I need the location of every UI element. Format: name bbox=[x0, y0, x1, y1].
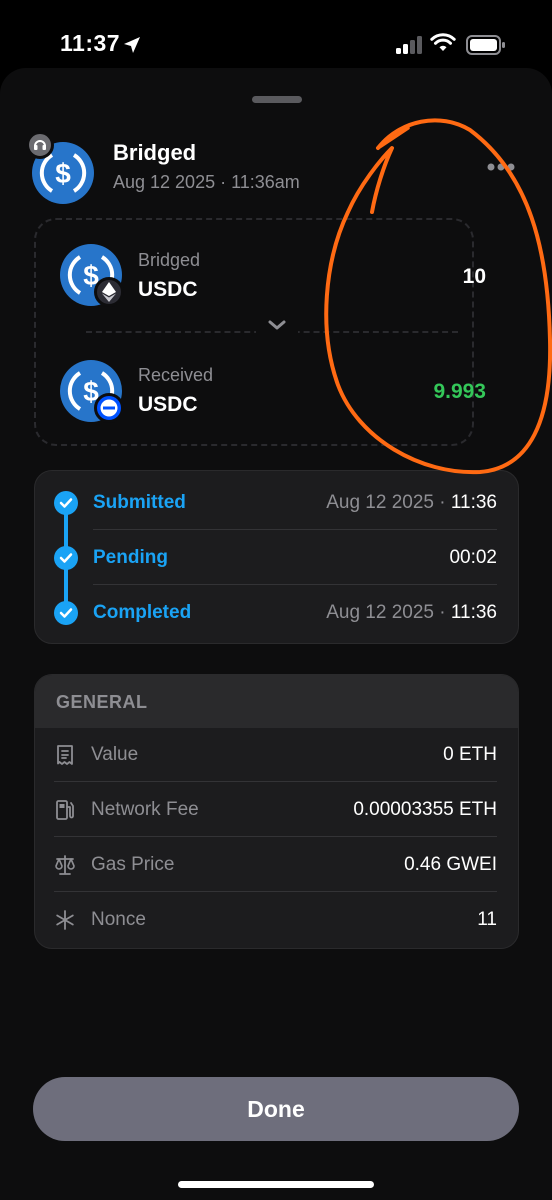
scale-icon bbox=[55, 855, 75, 875]
asterisk-icon bbox=[56, 910, 74, 930]
divider bbox=[93, 529, 497, 530]
receipt-icon bbox=[57, 745, 73, 765]
home-indicator bbox=[178, 1181, 374, 1188]
received-amount: 9.993 bbox=[433, 380, 486, 403]
done-button[interactable]: Done bbox=[33, 1077, 519, 1141]
timeline-step-label: Submitted bbox=[93, 492, 186, 513]
nonce-label: Nonce bbox=[91, 909, 146, 930]
more-options-icon[interactable] bbox=[486, 162, 516, 172]
fuel-pump-icon bbox=[56, 800, 74, 820]
status-time: 11:37 bbox=[60, 30, 121, 56]
check-icon bbox=[54, 601, 78, 625]
received-token: USDC bbox=[138, 393, 198, 416]
transaction-date: Aug 12 2025 · 11:36am bbox=[113, 172, 300, 192]
gas-price-value: 0.46 GWEI bbox=[404, 854, 497, 875]
timeline-step-label: Pending bbox=[93, 547, 168, 568]
nonce-value: 11 bbox=[477, 909, 497, 930]
support-headset-icon bbox=[26, 131, 54, 159]
sheet-grabber[interactable] bbox=[252, 96, 302, 103]
value-amount: 0 ETH bbox=[443, 744, 497, 765]
timeline-step-value: 00:02 bbox=[449, 547, 497, 568]
timeline-step-value: Aug 12 2025 · 11:36 bbox=[326, 602, 497, 623]
location-arrow-icon bbox=[124, 37, 140, 53]
check-icon bbox=[54, 546, 78, 570]
received-label: Received bbox=[138, 365, 214, 385]
network-fee-label: Network Fee bbox=[91, 799, 199, 820]
general-header: GENERAL bbox=[35, 675, 518, 728]
general-title: GENERAL bbox=[56, 692, 148, 712]
network-fee-value: 0.00003355 ETH bbox=[353, 799, 497, 820]
divider bbox=[93, 584, 497, 585]
sent-token: USDC bbox=[138, 278, 198, 301]
wifi-icon bbox=[430, 33, 456, 51]
base-icon bbox=[94, 393, 124, 423]
chevron-down-icon bbox=[256, 318, 298, 350]
svg-text:$: $ bbox=[55, 158, 71, 189]
gas-price-label: Gas Price bbox=[91, 854, 175, 875]
divider bbox=[54, 781, 497, 782]
check-icon bbox=[54, 491, 78, 515]
sent-label: Bridged bbox=[138, 250, 201, 270]
transaction-title: Bridged bbox=[113, 140, 197, 165]
divider bbox=[54, 891, 497, 892]
timeline-step-label: Completed bbox=[93, 602, 192, 623]
timeline-step-value: Aug 12 2025 · 11:36 bbox=[326, 492, 497, 513]
divider bbox=[54, 836, 497, 837]
battery-icon bbox=[466, 35, 505, 55]
sent-amount: 10 bbox=[462, 265, 486, 288]
ethereum-icon bbox=[94, 277, 124, 307]
cellular-signal-icon bbox=[396, 36, 422, 54]
value-label: Value bbox=[91, 744, 139, 765]
